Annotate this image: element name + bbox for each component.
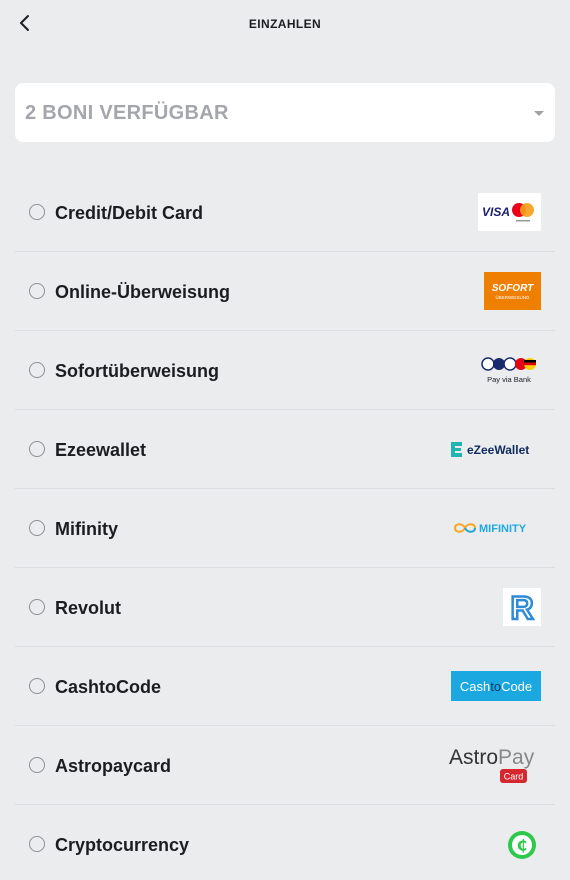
- radio-button[interactable]: [29, 204, 45, 220]
- radio-button[interactable]: [29, 520, 45, 536]
- svg-text:₵: ₵: [517, 837, 527, 855]
- payment-method-cashtocode[interactable]: CashtoCode CashtoCode: [15, 647, 555, 726]
- revolut-logo: R: [503, 588, 541, 631]
- payment-method-label: Revolut: [55, 598, 122, 618]
- payment-method-label: Online-Überweisung: [55, 282, 231, 302]
- svg-text:R: R: [510, 590, 533, 626]
- payment-method-revolut[interactable]: Revolut R: [15, 568, 555, 647]
- payment-method-label: CashtoCode: [55, 677, 162, 697]
- svg-text:SOFORT: SOFORT: [492, 283, 534, 294]
- astropay-logo: AstroPay Card: [449, 742, 541, 791]
- svg-text:AstroPay: AstroPay: [449, 746, 535, 769]
- svg-text:eZeeWallet: eZeeWallet: [467, 443, 529, 457]
- pay-via-bank-logo: Pay via Bank: [481, 356, 537, 391]
- svg-text:VISA: VISA: [482, 205, 510, 219]
- bonus-select[interactable]: 2 BONI VERFÜGBAR: [15, 83, 555, 142]
- svg-text:Card: Card: [504, 772, 524, 782]
- payment-method-online-ueberweisung[interactable]: Online-Überweisung SOFORT ÜBERWEISUNG: [15, 252, 555, 331]
- svg-text:ÜBERWEISUNG: ÜBERWEISUNG: [496, 294, 530, 300]
- payment-method-label: Sofortüberweisung: [55, 361, 220, 381]
- payment-method-label: Ezeewallet: [55, 440, 147, 460]
- bonus-select-label: 2 BONI VERFÜGBAR: [25, 102, 229, 124]
- svg-text:CashtoCode: CashtoCode: [460, 679, 532, 694]
- payment-method-mifinity[interactable]: Mifinity MIFINITY: [15, 489, 555, 568]
- sofort-logo: SOFORT ÜBERWEISUNG: [484, 272, 541, 315]
- radio-button[interactable]: [29, 678, 45, 694]
- payment-method-label: Credit/Debit Card: [55, 203, 204, 223]
- radio-button[interactable]: [29, 836, 45, 852]
- page-title: EINZAHLEN: [248, 17, 322, 31]
- visa-mastercard-logo: VISA: [478, 193, 541, 236]
- radio-button[interactable]: [29, 441, 45, 457]
- radio-button[interactable]: [29, 599, 45, 615]
- radio-button[interactable]: [29, 362, 45, 378]
- payment-method-credit-debit-card[interactable]: Credit/Debit Card VISA: [15, 173, 555, 252]
- cashtocode-logo: CashtoCode: [451, 671, 541, 706]
- payment-method-sofortueberweisung[interactable]: Sofortüberweisung Pay via Bank: [15, 331, 555, 410]
- header: EINZAHLEN: [0, 0, 570, 48]
- payment-method-list: Credit/Debit Card VISA Online-Überweisun…: [15, 173, 555, 880]
- payment-method-cryptocurrency[interactable]: Cryptocurrency ₵: [15, 805, 555, 880]
- payment-method-astropaycard[interactable]: Astropaycard AstroPay Card: [15, 726, 555, 805]
- crypto-logo: ₵: [507, 830, 537, 865]
- payment-method-label: Mifinity: [55, 519, 118, 539]
- svg-text:MIFINITY: MIFINITY: [479, 523, 527, 535]
- svg-text:Pay via Bank: Pay via Bank: [487, 375, 531, 384]
- payment-method-label: Astropaycard: [55, 756, 172, 776]
- payment-method-ezeewallet[interactable]: Ezeewallet eZeeWallet: [15, 410, 555, 489]
- radio-button[interactable]: [29, 757, 45, 773]
- caret-down-icon: [534, 111, 544, 116]
- mifinity-logo: MIFINITY: [451, 519, 541, 542]
- payment-method-label: Cryptocurrency: [55, 835, 190, 855]
- radio-button[interactable]: [29, 283, 45, 299]
- ezeewallet-logo: eZeeWallet: [449, 438, 541, 465]
